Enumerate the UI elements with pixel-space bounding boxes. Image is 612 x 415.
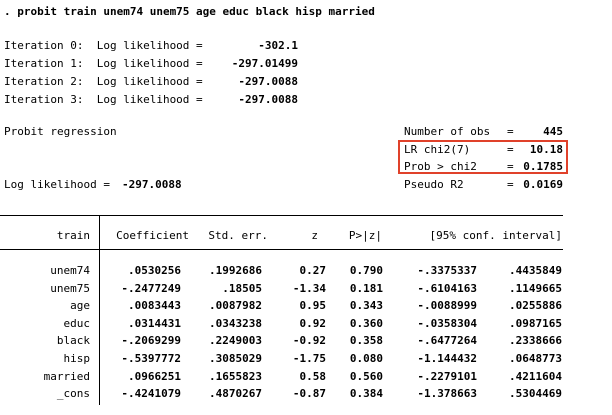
cell-hi: .0255886: [509, 299, 562, 313]
cell-lo: -.3375337: [417, 264, 477, 277]
cell-coef: -.2069299: [121, 334, 181, 348]
stat-label: Pseudo R2: [404, 178, 464, 191]
model-title: Probit regression: [4, 125, 117, 138]
cell-p: 0.343: [349, 299, 383, 313]
log-likelihood-value: -297.0088: [122, 178, 182, 191]
cell-coef: .0314431: [128, 316, 181, 330]
row-variable: unem74: [50, 264, 90, 277]
cell-lo: -1.144432: [417, 352, 477, 365]
cell-p: 0.080: [349, 352, 383, 365]
cell-lo: -.0088999: [417, 299, 477, 313]
cell-hi: .5304469: [509, 387, 562, 401]
iteration-value: -302.1: [258, 39, 298, 52]
log-likelihood-label: Log likelihood =: [4, 178, 110, 191]
cell-lo: -.6477264: [417, 334, 477, 348]
cell-p: 0.181: [349, 281, 383, 295]
row-variable: hisp: [63, 352, 91, 365]
depvar-label: train: [56, 229, 90, 242]
iteration-label: Iteration 2: Log likelihood =: [4, 75, 203, 88]
cell-coef: .0530256: [128, 264, 181, 277]
column-header: [95% conf. interval]: [429, 229, 562, 242]
stats-highlight-box: [398, 140, 568, 174]
cell-lo: -.0358304: [417, 316, 477, 330]
row-variable: married: [43, 369, 90, 383]
cell-p: 0.360: [349, 316, 383, 330]
cell-p: 0.358: [349, 334, 383, 348]
row-variable: age: [70, 299, 90, 313]
stat-equals: =: [507, 125, 514, 138]
iteration-value: -297.0088: [238, 93, 298, 106]
row-variable: black: [56, 334, 90, 348]
cell-hi: .4211604: [509, 369, 562, 383]
cell-p: 0.560: [349, 369, 383, 383]
cell-coef: -.5397772: [121, 352, 181, 365]
table-header-rule: [0, 249, 563, 250]
iteration-label: Iteration 3: Log likelihood =: [4, 93, 203, 106]
stat-value: 445: [543, 125, 563, 138]
stat-value: 0.0169: [523, 178, 563, 191]
column-header: P>|z|: [348, 229, 382, 242]
cell-coef: .0083443: [128, 299, 181, 313]
cell-hi: .2338666: [509, 334, 562, 348]
iteration-label: Iteration 0: Log likelihood =: [4, 39, 203, 52]
cell-lo: -.6104163: [417, 281, 477, 295]
column-header: z: [311, 229, 318, 242]
column-header: Coefficient: [116, 229, 189, 242]
iteration-label: Iteration 1: Log likelihood =: [4, 57, 203, 70]
iteration-value: -297.01499: [231, 57, 298, 70]
column-header: Std. err.: [208, 229, 268, 242]
cell-p: 0.384: [349, 387, 383, 401]
stat-equals: =: [507, 178, 514, 191]
cell-hi: .0987165: [509, 316, 562, 330]
command-line: . probit train unem74 unem75 age educ bl…: [4, 5, 375, 18]
iteration-value: -297.0088: [238, 75, 298, 88]
row-variable: unem75: [50, 281, 90, 295]
cell-p: 0.790: [349, 264, 383, 277]
cell-coef: -.2477249: [121, 281, 181, 295]
row-variable: educ: [63, 316, 91, 330]
cell-coef: -.4241079: [121, 387, 181, 401]
cell-coef: .0966251: [128, 369, 181, 383]
cell-hi: .4435849: [509, 264, 562, 277]
row-variable: _cons: [56, 387, 90, 401]
stat-label: Number of obs: [404, 125, 491, 138]
cell-lo: -.2279101: [417, 369, 477, 383]
cell-lo: -1.378663: [417, 387, 477, 401]
table-top-rule: [0, 215, 563, 216]
cell-hi: .0648773: [509, 352, 562, 365]
cell-hi: .1149665: [509, 281, 562, 295]
